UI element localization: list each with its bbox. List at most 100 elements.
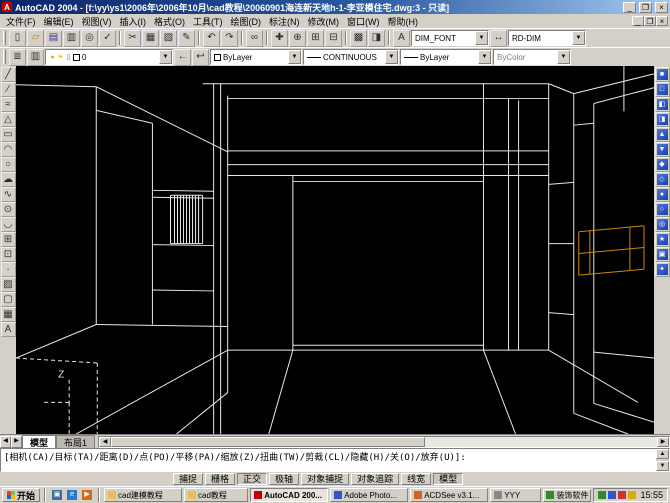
chevron-down-icon[interactable]: ▼: [572, 31, 585, 45]
scroll-up-icon[interactable]: ▲: [656, 449, 669, 459]
menu-item[interactable]: 工具(T): [189, 15, 227, 28]
menu-item[interactable]: 文件(F): [2, 15, 40, 28]
spline-button[interactable]: ∿: [0, 187, 16, 202]
insert-hyperlink-button[interactable]: ∞: [246, 29, 263, 47]
linetype-control-combo[interactable]: CONTINUOUS ▼: [303, 49, 399, 65]
view-left-button[interactable]: ◧: [654, 97, 670, 112]
tab-model[interactable]: 模型: [22, 435, 57, 448]
designcenter-button[interactable]: ◨: [368, 29, 385, 47]
undo-button[interactable]: ↶: [203, 29, 220, 47]
insert-block-button[interactable]: ⊞: [0, 232, 16, 247]
tray-antivirus-icon[interactable]: [598, 491, 607, 499]
internet-explorer-button[interactable]: e: [65, 488, 79, 502]
task-button[interactable]: cad教程: [184, 488, 249, 502]
tray-input-method-icon[interactable]: [618, 491, 627, 499]
spelling-button[interactable]: ✓: [99, 29, 116, 47]
status-button-polar[interactable]: 极轴: [269, 473, 300, 485]
tab-scroll-left-icon[interactable]: ◀: [0, 435, 11, 448]
doc-restore-button[interactable]: ❐: [644, 16, 656, 26]
menu-item[interactable]: 标注(N): [265, 15, 304, 28]
point-button[interactable]: ∙: [0, 262, 16, 277]
tray-volume-icon[interactable]: [608, 491, 617, 499]
region-button[interactable]: ▢: [0, 292, 16, 307]
new-file-button[interactable]: ▯: [9, 29, 26, 47]
menu-item[interactable]: 视图(V): [78, 15, 116, 28]
view-ne-iso-button[interactable]: ●: [654, 187, 670, 202]
hide-button[interactable]: ▣: [654, 247, 670, 262]
open-file-button[interactable]: ▱: [27, 29, 44, 47]
view-nw-iso-button[interactable]: ○: [654, 202, 670, 217]
command-scrollbar[interactable]: ▲ ▼: [656, 449, 669, 471]
view-right-button[interactable]: ◨: [654, 112, 670, 127]
chevron-down-icon[interactable]: ▼: [478, 50, 491, 64]
dim-style-button[interactable]: ↔: [490, 29, 507, 47]
circle-button[interactable]: ○: [0, 157, 16, 172]
ellipse-button[interactable]: ⊙: [0, 202, 16, 217]
task-button[interactable]: Adobe Photo...: [330, 488, 409, 502]
view-back-button[interactable]: ▼: [654, 142, 670, 157]
arc-button[interactable]: ◠: [0, 142, 16, 157]
polyline-button[interactable]: ≈: [0, 97, 16, 112]
pan-realtime-button[interactable]: ✚: [271, 29, 288, 47]
task-button[interactable]: YYY: [490, 488, 542, 502]
tab-layout1[interactable]: 布局1: [56, 435, 96, 448]
paste-button[interactable]: ▧: [160, 29, 177, 47]
chevron-down-icon[interactable]: ▼: [475, 31, 488, 45]
layer-combo[interactable]: ● ☀ ▯ 0 ▼: [45, 49, 173, 65]
dim-style-combo[interactable]: RD-DIM ▼: [508, 30, 586, 46]
task-button[interactable]: AutoCAD 200...: [250, 488, 329, 502]
view-se-iso-button[interactable]: ◇: [654, 172, 670, 187]
status-button-model[interactable]: 模型: [433, 473, 464, 485]
scroll-down-icon[interactable]: ▼: [656, 461, 669, 471]
menu-item[interactable]: 窗口(W): [343, 15, 384, 28]
layer-states-button[interactable]: ▥: [27, 48, 44, 66]
save-button[interactable]: ▤: [45, 29, 62, 47]
scroll-left-icon[interactable]: ◀: [99, 436, 112, 447]
chevron-down-icon[interactable]: ▼: [288, 50, 301, 64]
polygon-button[interactable]: △: [0, 112, 16, 127]
menu-item[interactable]: 格式(O): [150, 15, 189, 28]
revision-cloud-button[interactable]: ☁: [0, 172, 16, 187]
task-button[interactable]: ACDSee v3.1...: [410, 488, 489, 502]
layer-properties-button[interactable]: ≣: [9, 48, 26, 66]
construction-line-button[interactable]: ∕: [0, 82, 16, 97]
status-button-snap[interactable]: 捕捉: [173, 473, 204, 485]
tray-scheduler-icon[interactable]: [628, 491, 637, 499]
scrollbar-thumb[interactable]: [111, 436, 425, 447]
task-button[interactable]: cad建模教程: [104, 488, 183, 502]
decor-toolbar[interactable]: 装饰软件: [543, 488, 592, 502]
rectangle-button[interactable]: ▭: [0, 127, 16, 142]
redo-button[interactable]: ↷: [221, 29, 238, 47]
menu-item[interactable]: 绘图(D): [227, 15, 266, 28]
tab-scroll-right-icon[interactable]: ▶: [11, 435, 22, 448]
chevron-down-icon[interactable]: ▼: [159, 50, 172, 64]
view-sw-iso-button[interactable]: ◆: [654, 157, 670, 172]
status-button-lwt[interactable]: 线宽: [401, 473, 432, 485]
multiline-text-button[interactable]: A: [0, 322, 16, 337]
cut-button[interactable]: ✂: [124, 29, 141, 47]
shade-button[interactable]: ★: [654, 232, 670, 247]
status-button-grid[interactable]: 栅格: [205, 473, 236, 485]
chevron-down-icon[interactable]: ▼: [385, 50, 398, 64]
color-control-combo[interactable]: ByLayer ▼: [210, 49, 302, 65]
command-window[interactable]: [相机(CA)/目标(TA)/距离(D)/点(PO)/平移(PA)/缩放(Z)/…: [0, 448, 670, 472]
close-button[interactable]: ×: [655, 1, 668, 13]
minimize-button[interactable]: _: [623, 1, 636, 13]
menu-item[interactable]: 插入(I): [116, 15, 151, 28]
view-top-button[interactable]: ■: [654, 67, 670, 82]
table-button[interactable]: ▦: [0, 307, 16, 322]
zoom-previous-button[interactable]: ⊟: [325, 29, 342, 47]
text-style-button[interactable]: A: [393, 29, 410, 47]
layer-previous-button[interactable]: ↩: [192, 48, 209, 66]
menu-item[interactable]: 帮助(H): [384, 15, 423, 28]
hatch-button[interactable]: ▨: [0, 277, 16, 292]
copy-button[interactable]: ▦: [142, 29, 159, 47]
make-object-layer-current-button[interactable]: ←: [174, 48, 191, 66]
zoom-window-button[interactable]: ⊞: [307, 29, 324, 47]
media-player-button[interactable]: ▶: [80, 488, 94, 502]
render-button[interactable]: ✦: [654, 262, 670, 277]
properties-button[interactable]: ▩: [350, 29, 367, 47]
status-button-otrack[interactable]: 对象追踪: [351, 473, 400, 485]
orbit-button[interactable]: ◎: [654, 217, 670, 232]
horizontal-scrollbar[interactable]: ◀ ▶: [98, 435, 670, 448]
